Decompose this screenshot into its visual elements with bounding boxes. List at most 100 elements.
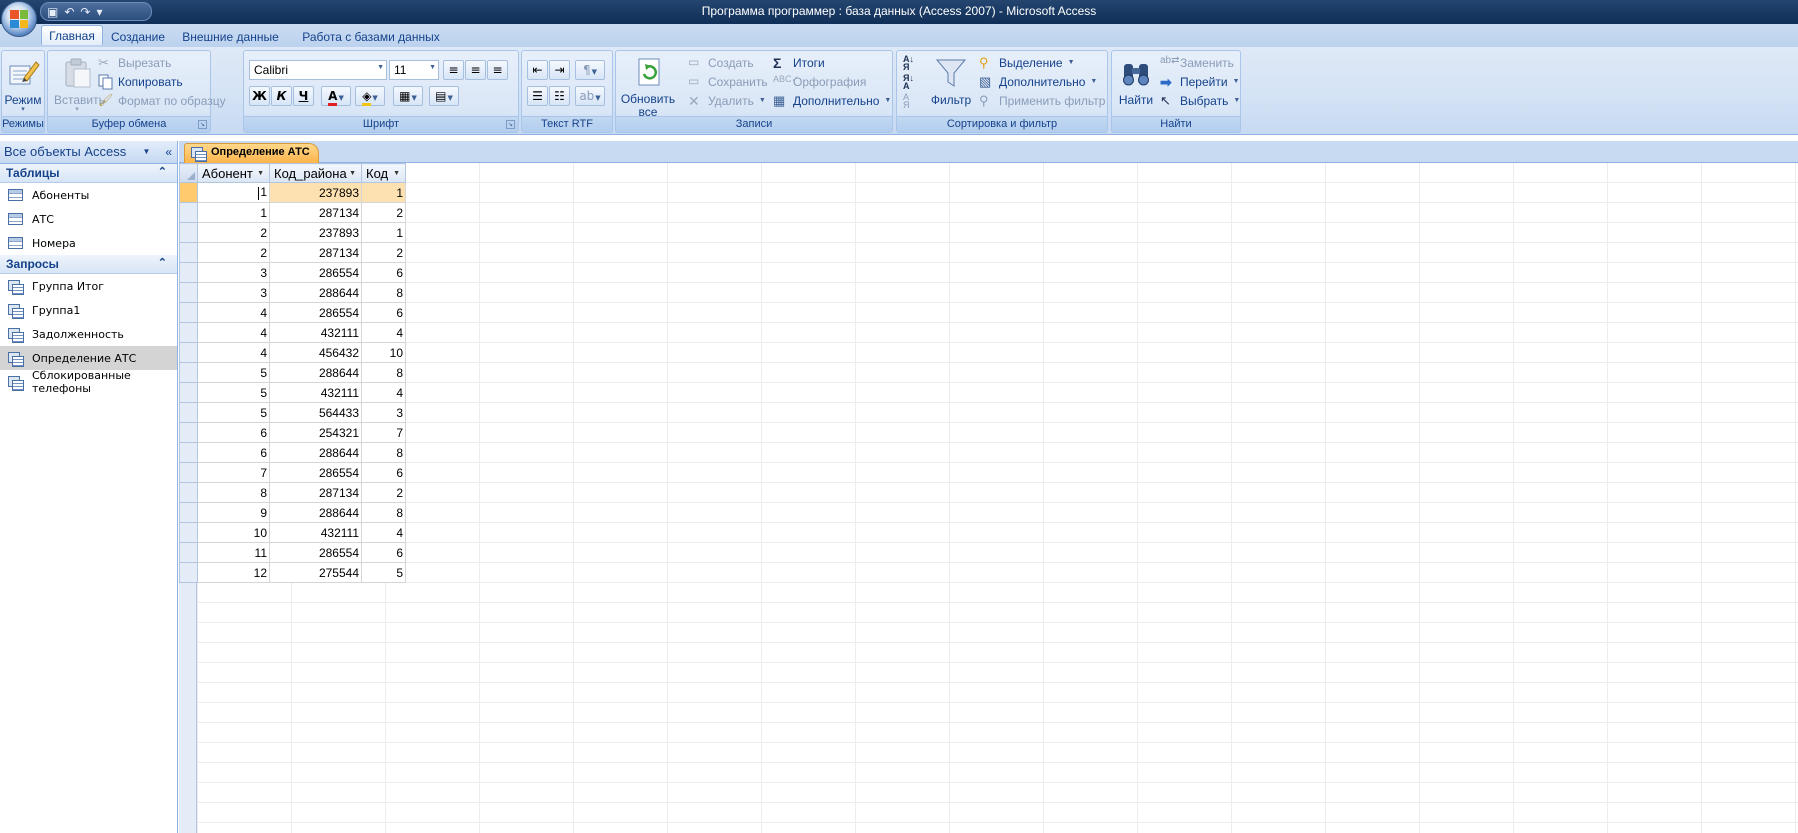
record-selector[interactable] <box>179 382 198 403</box>
table-cell[interactable]: 288644 <box>269 442 362 463</box>
record-selector[interactable] <box>179 182 198 203</box>
document-tab[interactable]: Определение АТС <box>184 143 319 163</box>
select-all-button[interactable] <box>179 163 198 183</box>
clipboard-dialog-launcher[interactable]: ↘ <box>198 120 207 129</box>
table-row[interactable]: 11 286554 6 <box>179 542 406 563</box>
table-cell[interactable]: 1 <box>197 202 270 223</box>
table-cell[interactable]: 2 <box>361 242 406 263</box>
spelling-button[interactable]: ABC✓ Орфография <box>773 72 866 91</box>
table-cell[interactable]: 5 <box>197 362 270 383</box>
table-cell[interactable]: 6 <box>361 302 406 323</box>
table-row[interactable]: 2 287134 2 <box>179 242 406 263</box>
nav-item-query[interactable]: Группа1 <box>0 298 177 322</box>
column-header[interactable]: Код_района ▼ <box>269 163 362 183</box>
chevron-down-icon[interactable]: ▼ <box>393 170 400 177</box>
table-row[interactable]: 7 286554 6 <box>179 462 406 483</box>
refresh-all-button[interactable]: Обновить все <box>618 54 680 119</box>
table-cell[interactable]: 287134 <box>269 202 362 223</box>
copy-button[interactable]: Копировать <box>98 72 183 91</box>
nav-section-tables[interactable]: Таблицы ⌃ <box>0 164 177 183</box>
table-cell[interactable]: 4 <box>197 302 270 323</box>
table-cell[interactable]: 8 <box>197 482 270 503</box>
clear-sort-button[interactable]: AЯ <box>903 91 919 110</box>
table-cell[interactable]: 8 <box>361 442 406 463</box>
table-row[interactable]: 12 275544 5 <box>179 562 406 583</box>
highlight-button[interactable]: ab▼ <box>575 86 605 106</box>
table-cell[interactable]: 3 <box>197 282 270 303</box>
table-row[interactable]: 3 288644 8 <box>179 282 406 303</box>
record-selector[interactable] <box>179 542 198 563</box>
table-cell[interactable]: 12 <box>197 562 270 583</box>
table-cell[interactable]: 6 <box>361 262 406 283</box>
delete-record-button[interactable]: ✕ Удалить ▼ <box>688 91 766 110</box>
table-cell[interactable]: 8 <box>361 282 406 303</box>
align-left-button[interactable]: ≡ <box>443 60 464 80</box>
table-cell[interactable]: 4 <box>361 322 406 343</box>
table-row[interactable]: 1 287134 2 <box>179 202 406 223</box>
advanced-filter-button[interactable]: ▧ Дополнительно ▼ <box>979 72 1097 91</box>
office-button[interactable] <box>1 1 37 37</box>
nav-menu-chevron-down-icon[interactable]: ▼ <box>140 147 153 159</box>
fill-color-button[interactable]: ◈▼ <box>355 86 385 106</box>
totals-button[interactable]: Σ Итоги <box>773 53 825 72</box>
record-selector[interactable] <box>179 282 198 303</box>
nav-item-table[interactable]: АТС <box>0 207 177 231</box>
table-row[interactable]: 2 237893 1 <box>179 222 406 243</box>
table-cell[interactable]: 1 <box>361 182 406 203</box>
nav-collapse-icon[interactable]: « <box>165 145 172 159</box>
table-cell[interactable]: 4 <box>361 522 406 543</box>
table-cell[interactable]: 1 <box>361 222 406 243</box>
chevron-down-icon[interactable]: ▼ <box>257 170 264 177</box>
table-row[interactable]: 4 456432 10 <box>179 342 406 363</box>
table-cell[interactable]: 6 <box>361 462 406 483</box>
table-row[interactable]: 5 432111 4 <box>179 382 406 403</box>
record-selector[interactable] <box>179 462 198 483</box>
paragraph-direction-button[interactable]: ¶▼ <box>575 60 605 80</box>
record-selector[interactable] <box>179 562 198 583</box>
table-cell[interactable]: 286554 <box>269 302 362 323</box>
nav-item-query-selected[interactable]: Определение АТС <box>0 346 177 370</box>
table-cell[interactable]: 5 <box>197 382 270 403</box>
font-name-select[interactable]: Calibri ▼ <box>249 60 387 80</box>
table-cell[interactable]: 3 <box>197 262 270 283</box>
toggle-filter-button[interactable]: ⚲ Применить фильтр <box>979 91 1105 110</box>
table-row[interactable]: 4 286554 6 <box>179 302 406 323</box>
paste-button[interactable]: Вставить ▾ <box>54 54 105 114</box>
sort-descending-button[interactable]: Я↓ A <box>903 72 919 91</box>
font-dialog-launcher[interactable]: ↘ <box>506 120 515 129</box>
table-cell[interactable]: 11 <box>197 542 270 563</box>
replace-button[interactable]: ab⇄ Заменить <box>1160 53 1234 72</box>
record-selector[interactable] <box>179 222 198 243</box>
tab-database-tools[interactable]: Работа с базами данных <box>292 27 450 47</box>
find-button[interactable]: Найти <box>1115 54 1157 114</box>
table-cell[interactable]: 1 <box>197 182 270 203</box>
cut-button[interactable]: ✂ Вырезать <box>98 53 171 72</box>
align-center-button[interactable]: ≡ <box>465 60 486 80</box>
table-cell[interactable]: 10 <box>361 342 406 363</box>
table-cell[interactable]: 9 <box>197 502 270 523</box>
table-row[interactable]: 10 432111 4 <box>179 522 406 543</box>
table-row[interactable]: 6 288644 8 <box>179 442 406 463</box>
italic-button[interactable]: К <box>271 86 292 106</box>
nav-item-table[interactable]: Абоненты <box>0 183 177 207</box>
table-cell[interactable]: 237893 <box>269 182 362 203</box>
select-button[interactable]: ↖ Выбрать ▼ <box>1160 91 1240 110</box>
nav-item-query[interactable]: Сблокированные телефоны <box>0 369 177 395</box>
table-cell[interactable]: 432111 <box>269 382 362 403</box>
nav-item-query[interactable]: Задолженность <box>0 322 177 346</box>
nav-item-table[interactable]: Номера <box>0 231 177 255</box>
table-cell[interactable]: 4 <box>197 342 270 363</box>
datasheet[interactable]: Абонент ▼ Код_района ▼ Код ▼ 1 237893 1 1 28713… <box>179 163 1798 833</box>
table-cell[interactable]: 7 <box>361 422 406 443</box>
record-selector[interactable] <box>179 302 198 323</box>
sort-ascending-button[interactable]: A↓ Я <box>903 53 919 72</box>
record-selector[interactable] <box>179 322 198 343</box>
table-row[interactable]: 3 286554 6 <box>179 262 406 283</box>
nav-item-query[interactable]: Группа Итог <box>0 274 177 298</box>
table-cell[interactable]: 254321 <box>269 422 362 443</box>
new-record-button[interactable]: ▭ Создать <box>688 53 754 72</box>
record-selector[interactable] <box>179 262 198 283</box>
record-selector[interactable] <box>179 422 198 443</box>
table-cell[interactable]: 10 <box>197 522 270 543</box>
record-selector[interactable] <box>179 202 198 223</box>
